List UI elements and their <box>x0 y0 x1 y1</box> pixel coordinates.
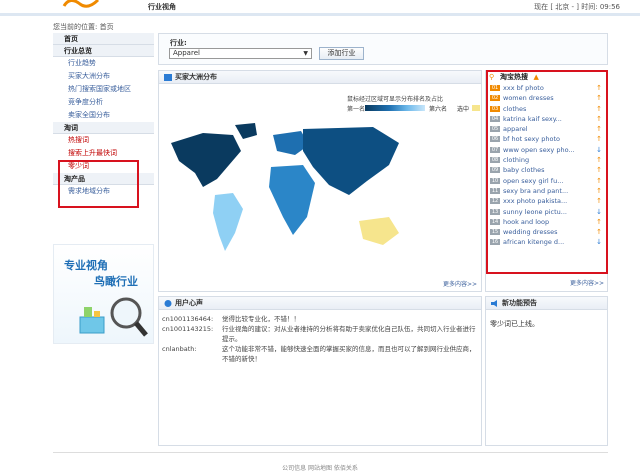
map-australia <box>359 217 399 245</box>
speaker-icon <box>491 300 497 307</box>
sidebar-item-hot-search-countries[interactable]: 热门搜索国家或地区 <box>53 83 154 96</box>
chat-icon <box>164 300 172 307</box>
highlight-box-hot-search <box>486 70 608 274</box>
hot-search-more-link[interactable]: 更多内容>> <box>570 278 604 287</box>
legend-first: 第一名 <box>347 106 366 113</box>
new-feature-panel: 新功能预告 零少词已上线。 <box>485 296 608 446</box>
notice-panel-header: 新功能预告 <box>486 297 607 310</box>
sidebar-item-seller-distribution[interactable]: 卖家全国分布 <box>53 109 154 122</box>
map-panel-header: 买家大洲分布 <box>159 71 481 84</box>
add-industry-button[interactable]: 添加行业 <box>319 47 364 60</box>
map-asia <box>303 127 399 195</box>
dropdown-arrow-icon: ▼ <box>303 50 308 57</box>
notice-text: 零少词已上线。 <box>490 320 539 328</box>
sidebar-item-hot-words[interactable]: 热搜词 <box>53 134 154 147</box>
voice-text: 这个功能非常不错，能够快速全面的掌握买家的信息，而且也可以了解到网行业供应商，不… <box>222 345 476 363</box>
promo-line-2: 鸟瞰行业 <box>94 275 138 288</box>
sidebar-item-industry-trend[interactable]: 行业趋势 <box>53 57 154 70</box>
legend-last: 第六名 <box>429 106 448 113</box>
promo-banner: 专业视角 鸟瞰行业 <box>53 244 154 344</box>
map-greenland <box>235 123 257 139</box>
sidebar-heading-industry-overview: 行业总览 <box>53 45 154 57</box>
footer-links[interactable]: 公司信息 网站地图 依佰关系 <box>0 463 640 472</box>
sidebar-heading-keywords: 淘词 <box>53 122 154 134</box>
flag-icon <box>164 74 172 81</box>
world-map[interactable] <box>163 121 413 271</box>
user-voice-panel: 用户心声 cn1001136464: 觉得比较专业化，不错！！ cn10011432… <box>158 296 482 446</box>
sidebar-item-rising-words[interactable]: 搜索上升最快词 <box>53 147 154 160</box>
voice-user: cnlanbath: <box>162 345 197 353</box>
industry-filter: 行业: Apparel ▼ 添加行业 <box>158 33 608 65</box>
sidebar-item-buyer-continent[interactable]: 买家大洲分布 <box>53 70 154 83</box>
app-title: 行业视角 <box>148 3 176 11</box>
map-panel-title: 买家大洲分布 <box>175 73 217 81</box>
industry-select[interactable]: Apparel ▼ <box>169 48 312 59</box>
top-bar: 行业视角 现在 [ 北京 - ] 时间: 09:56 <box>0 0 640 16</box>
magnifier-icon <box>79 297 148 337</box>
sidebar-home[interactable]: 首页 <box>53 33 154 45</box>
promo-line-1: 专业视角 <box>64 259 108 272</box>
voice-user: cn1001143215: <box>162 325 214 333</box>
notice-panel-title: 新功能预告 <box>502 299 537 307</box>
map-north-america <box>171 133 241 187</box>
voice-panel-title: 用户心声 <box>175 299 203 307</box>
alibaba-logo[interactable] <box>60 0 104 10</box>
map-hint: 鼠标经过区域可显示分布排名及占比 <box>347 96 444 103</box>
voice-text: 觉得比较专业化，不错！！ <box>222 315 300 323</box>
footer-divider <box>53 452 608 453</box>
highlight-box-keywords <box>58 160 139 208</box>
voice-text: 行业视角的建议：对从业者维持的分析将有助于卖家优化自己队伍，共同切入行业者进行提… <box>222 325 476 343</box>
breadcrumb: 您当前的位置: 首页 <box>53 23 114 31</box>
legend-selected: 选中 <box>457 106 470 113</box>
industry-label: 行业: <box>170 39 187 47</box>
voice-panel-header: 用户心声 <box>159 297 481 310</box>
map-africa <box>269 165 315 235</box>
legend-selected-swatch <box>472 105 480 111</box>
voice-user: cn1001136464: <box>162 315 214 323</box>
sidebar-item-competition[interactable]: 竞争度分析 <box>53 96 154 109</box>
buyer-continent-panel: 买家大洲分布 鼠标经过区域可显示分布排名及占比 第一名 第六名 选中 更多内容>… <box>158 70 482 292</box>
legend-gradient <box>365 105 425 111</box>
map-more-link[interactable]: 更多内容>> <box>443 279 477 288</box>
map-south-america <box>213 193 243 251</box>
industry-select-value: Apparel <box>173 49 200 57</box>
location-time: 现在 [ 北京 - ] 时间: 09:56 <box>534 3 620 11</box>
